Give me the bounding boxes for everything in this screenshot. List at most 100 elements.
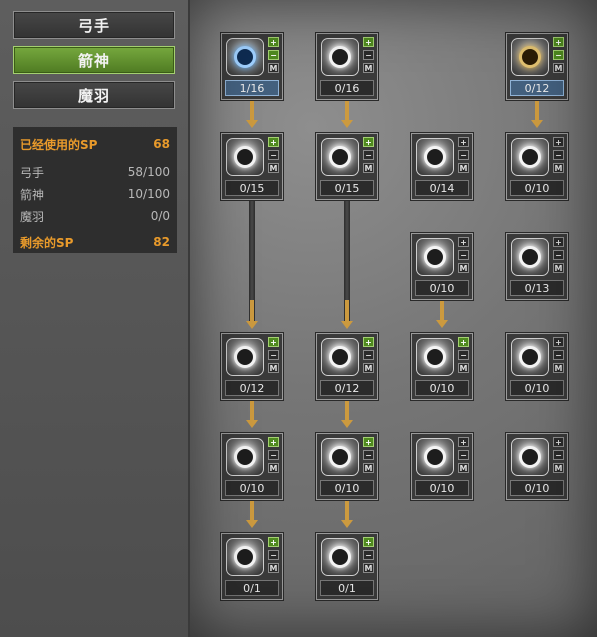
skill-slot[interactable]: + − M 0/1	[316, 533, 378, 600]
minus-button[interactable]: −	[268, 550, 279, 560]
max-button[interactable]: M	[553, 363, 564, 373]
max-button[interactable]: M	[458, 363, 469, 373]
minus-button[interactable]: −	[553, 450, 564, 460]
plus-button[interactable]: +	[363, 137, 374, 147]
skill-slot[interactable]: + − M 0/15	[221, 133, 283, 200]
skill-icon[interactable]	[511, 338, 549, 376]
skill-slot[interactable]: + − M 0/10	[411, 233, 473, 300]
minus-button[interactable]: −	[363, 150, 374, 160]
plus-button[interactable]: +	[268, 337, 279, 347]
skill-icon[interactable]	[226, 438, 264, 476]
skill-icon[interactable]	[321, 338, 359, 376]
skill-icon[interactable]	[511, 238, 549, 276]
skill-slot[interactable]: + − M 0/13	[506, 233, 568, 300]
skill-slot[interactable]: + − M 0/15	[316, 133, 378, 200]
plus-button[interactable]: +	[458, 137, 469, 147]
plus-button[interactable]: +	[553, 137, 564, 147]
plus-button[interactable]: +	[553, 337, 564, 347]
minus-button[interactable]: −	[363, 550, 374, 560]
skill-icon[interactable]	[511, 138, 549, 176]
skill-icon[interactable]	[416, 338, 454, 376]
skill-slot[interactable]: + − M 0/12	[221, 333, 283, 400]
max-button[interactable]: M	[553, 463, 564, 473]
minus-button[interactable]: −	[458, 250, 469, 260]
skill-slot[interactable]: + − M 0/12	[316, 333, 378, 400]
minus-button[interactable]: −	[553, 150, 564, 160]
skill-slot[interactable]: + − M 0/12	[506, 33, 568, 100]
tab-archer[interactable]: 弓手	[13, 11, 175, 39]
max-button[interactable]: M	[458, 163, 469, 173]
minus-button[interactable]: −	[553, 50, 564, 60]
plus-button[interactable]: +	[458, 337, 469, 347]
skill-icon[interactable]	[321, 38, 359, 76]
minus-button[interactable]: −	[458, 150, 469, 160]
plus-button[interactable]: +	[268, 137, 279, 147]
max-button[interactable]: M	[268, 463, 279, 473]
plus-button[interactable]: +	[268, 37, 279, 47]
skill-slot[interactable]: + − M 0/1	[221, 533, 283, 600]
skill-icon[interactable]	[416, 138, 454, 176]
max-button[interactable]: M	[268, 163, 279, 173]
minus-button[interactable]: −	[553, 350, 564, 360]
plus-button[interactable]: +	[363, 337, 374, 347]
skill-slot[interactable]: + − M 1/16	[221, 33, 283, 100]
skill-slot[interactable]: + − M 0/10	[506, 333, 568, 400]
skill-icon[interactable]	[416, 238, 454, 276]
max-button[interactable]: M	[363, 563, 374, 573]
plus-button[interactable]: +	[458, 437, 469, 447]
minus-button[interactable]: −	[458, 350, 469, 360]
max-button[interactable]: M	[268, 363, 279, 373]
plus-button[interactable]: +	[363, 37, 374, 47]
tab-mage-feather[interactable]: 魔羽	[13, 81, 175, 109]
minus-button[interactable]: −	[268, 450, 279, 460]
left-panel: 弓手 箭神 魔羽 已经使用的SP 68 弓手 58/100 箭神 10/100 …	[0, 0, 190, 637]
max-button[interactable]: M	[268, 63, 279, 73]
minus-button[interactable]: −	[363, 450, 374, 460]
plus-button[interactable]: +	[363, 537, 374, 547]
skill-icon[interactable]	[226, 38, 264, 76]
max-button[interactable]: M	[553, 263, 564, 273]
skill-icon[interactable]	[416, 438, 454, 476]
max-button[interactable]: M	[458, 463, 469, 473]
plus-button[interactable]: +	[268, 437, 279, 447]
plus-button[interactable]: +	[363, 437, 374, 447]
max-button[interactable]: M	[553, 63, 564, 73]
minus-button[interactable]: −	[363, 50, 374, 60]
minus-button[interactable]: −	[553, 250, 564, 260]
skill-slot[interactable]: + − M 0/14	[411, 133, 473, 200]
skill-icon[interactable]	[511, 438, 549, 476]
minus-button[interactable]: −	[363, 350, 374, 360]
skill-slot[interactable]: + − M 0/10	[411, 433, 473, 500]
minus-button[interactable]: −	[268, 50, 279, 60]
minus-button[interactable]: −	[268, 150, 279, 160]
skill-slot[interactable]: + − M 0/10	[411, 333, 473, 400]
max-button[interactable]: M	[363, 63, 374, 73]
tab-marksman[interactable]: 箭神	[13, 46, 175, 74]
minus-button[interactable]: −	[458, 450, 469, 460]
skill-level: 0/12	[320, 380, 374, 396]
skill-slot[interactable]: + − M 0/10	[506, 133, 568, 200]
plus-button[interactable]: +	[458, 237, 469, 247]
minus-button[interactable]: −	[268, 350, 279, 360]
plus-button[interactable]: +	[553, 37, 564, 47]
skill-slot[interactable]: + − M 0/10	[221, 433, 283, 500]
max-button[interactable]: M	[363, 463, 374, 473]
skill-slot[interactable]: + − M 0/10	[316, 433, 378, 500]
plus-button[interactable]: +	[553, 437, 564, 447]
skill-icon[interactable]	[321, 438, 359, 476]
skill-icon[interactable]	[321, 538, 359, 576]
max-button[interactable]: M	[458, 263, 469, 273]
skill-icon[interactable]	[226, 338, 264, 376]
skill-slot[interactable]: + − M 0/16	[316, 33, 378, 100]
max-button[interactable]: M	[363, 363, 374, 373]
skill-icon[interactable]	[226, 138, 264, 176]
max-button[interactable]: M	[268, 563, 279, 573]
max-button[interactable]: M	[553, 163, 564, 173]
plus-button[interactable]: +	[268, 537, 279, 547]
skill-icon[interactable]	[226, 538, 264, 576]
plus-button[interactable]: +	[553, 237, 564, 247]
skill-slot[interactable]: + − M 0/10	[506, 433, 568, 500]
max-button[interactable]: M	[363, 163, 374, 173]
skill-icon[interactable]	[511, 38, 549, 76]
skill-icon[interactable]	[321, 138, 359, 176]
